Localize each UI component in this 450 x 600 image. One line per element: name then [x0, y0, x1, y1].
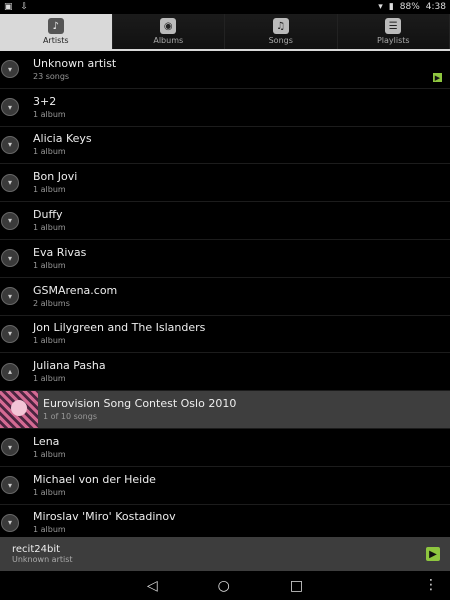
artist-count: 1 album — [33, 336, 66, 346]
note-icon: ♫ — [272, 18, 289, 34]
expand-icon[interactable]: ▾ — [1, 324, 19, 343]
navigation-bar: ◁ ○ □ ⋮ — [0, 571, 450, 600]
artist-name: Unknown artist — [33, 56, 117, 70]
tab-playlists[interactable]: ☰ Playlists — [337, 14, 450, 49]
list-item[interactable]: ▾ Michael von der Heide 1 album — [0, 467, 450, 505]
artist-count: 1 album — [33, 109, 66, 119]
artist-count: 2 albums — [33, 298, 70, 308]
tab-artists[interactable]: ♪ Artists — [0, 14, 113, 49]
wifi-icon: ▾ — [378, 1, 383, 12]
album-name: Eurovision Song Contest Oslo 2010 — [43, 397, 237, 411]
clock: 4:38 — [425, 2, 446, 12]
artist-count: 23 songs — [33, 71, 70, 81]
album-art — [0, 391, 38, 429]
artist-count: 1 album — [33, 185, 66, 195]
artist-name: Jon Lilygreen and The Islanders — [33, 321, 206, 335]
list-item[interactable]: ▾ Miroslav 'Miro' Kostadinov 1 album — [0, 505, 450, 537]
album-item[interactable]: Eurovision Song Contest Oslo 2010 1 of 1… — [0, 391, 450, 429]
artist-name: 3+2 — [33, 94, 57, 108]
disc-icon: ◉ — [160, 18, 177, 34]
play-button[interactable]: ▶ — [426, 547, 440, 561]
expand-icon[interactable]: ▾ — [1, 476, 19, 495]
expand-icon[interactable]: ▾ — [1, 438, 19, 457]
expand-icon[interactable]: ▾ — [1, 173, 19, 192]
artist-name: Bon Jovi — [33, 170, 78, 184]
artist-name: Juliana Pasha — [33, 359, 106, 373]
list-item[interactable]: ▴ Juliana Pasha 1 album — [0, 353, 450, 392]
artist-name: Duffy — [33, 208, 63, 222]
list-item[interactable]: ▾ Bon Jovi 1 album — [0, 164, 450, 203]
expand-icon[interactable]: ▾ — [1, 98, 19, 117]
list-item[interactable]: ▾ 3+2 1 album — [0, 89, 450, 127]
tab-label: Playlists — [376, 36, 410, 45]
album-count: 1 of 10 songs — [43, 412, 97, 422]
artist-count: 1 album — [33, 525, 66, 535]
list-icon: ☰ — [385, 18, 402, 34]
list-item[interactable]: ▾ Duffy 1 album — [0, 202, 450, 240]
artist-count: 1 album — [33, 449, 66, 459]
list-item[interactable]: ▾ Alicia Keys 1 album — [0, 127, 450, 165]
tab-albums[interactable]: ◉ Albums — [112, 14, 225, 49]
now-playing-artist: Unknown artist — [12, 555, 73, 564]
now-playing-title: recit24bit — [12, 544, 61, 555]
artist-name: Michael von der Heide — [33, 472, 156, 486]
now-playing-bar[interactable]: recit24bit Unknown artist ▶ — [0, 537, 450, 571]
recents-icon[interactable]: □ — [290, 578, 303, 594]
battery-level: 88% — [399, 2, 420, 12]
artist-name: Lena — [33, 434, 60, 448]
collapse-icon[interactable]: ▴ — [1, 362, 19, 381]
overflow-menu-icon[interactable]: ⋮ — [424, 577, 438, 593]
list-item[interactable]: ▾ Eva Rivas 1 album — [0, 240, 450, 278]
expand-icon[interactable]: ▾ — [1, 211, 19, 230]
list-item[interactable]: ▾ Unknown artist 23 songs ▶ — [0, 51, 450, 89]
home-icon[interactable]: ○ — [218, 578, 230, 594]
tab-label: Albums — [153, 36, 184, 45]
tab-label: Artists — [42, 36, 69, 45]
artist-count: 1 album — [33, 147, 66, 157]
image-icon: ▣ — [4, 1, 13, 12]
tab-label: Songs — [268, 36, 293, 45]
list-item[interactable]: ▾ Lena 1 album — [0, 429, 450, 467]
expand-icon[interactable]: ▾ — [1, 60, 19, 79]
battery-icon: ▮ — [388, 1, 394, 12]
artist-count: 1 album — [33, 374, 66, 384]
artist-name: Miroslav 'Miro' Kostadinov — [33, 510, 176, 524]
artist-count: 1 album — [33, 223, 66, 233]
list-item[interactable]: ▾ Jon Lilygreen and The Islanders 1 albu… — [0, 316, 450, 354]
artist-count: 1 album — [33, 487, 66, 497]
expand-icon[interactable]: ▾ — [1, 513, 19, 532]
artist-name: GSMArena.com — [33, 283, 118, 297]
artist-count: 1 album — [33, 260, 66, 270]
artist-name: Alicia Keys — [33, 132, 92, 146]
play-icon[interactable]: ▶ — [433, 73, 442, 82]
list-item[interactable]: ▾ GSMArena.com 2 albums — [0, 278, 450, 316]
status-bar: ▣ ⇩ ▾ ▮ 88% 4:38 — [0, 0, 450, 14]
expand-icon[interactable]: ▾ — [1, 135, 19, 154]
download-icon: ⇩ — [20, 1, 29, 12]
artist-list[interactable]: ▾ Unknown artist 23 songs ▶ ▾ 3+2 1 albu… — [0, 51, 450, 537]
expand-icon[interactable]: ▾ — [1, 249, 19, 268]
tab-bar: ♪ Artists ◉ Albums ♫ Songs ☰ Playlists — [0, 14, 450, 51]
back-icon[interactable]: ◁ — [147, 578, 158, 594]
artist-name: Eva Rivas — [33, 245, 87, 259]
tab-songs[interactable]: ♫ Songs — [225, 14, 338, 49]
expand-icon[interactable]: ▾ — [1, 287, 19, 306]
mic-icon: ♪ — [47, 18, 64, 34]
